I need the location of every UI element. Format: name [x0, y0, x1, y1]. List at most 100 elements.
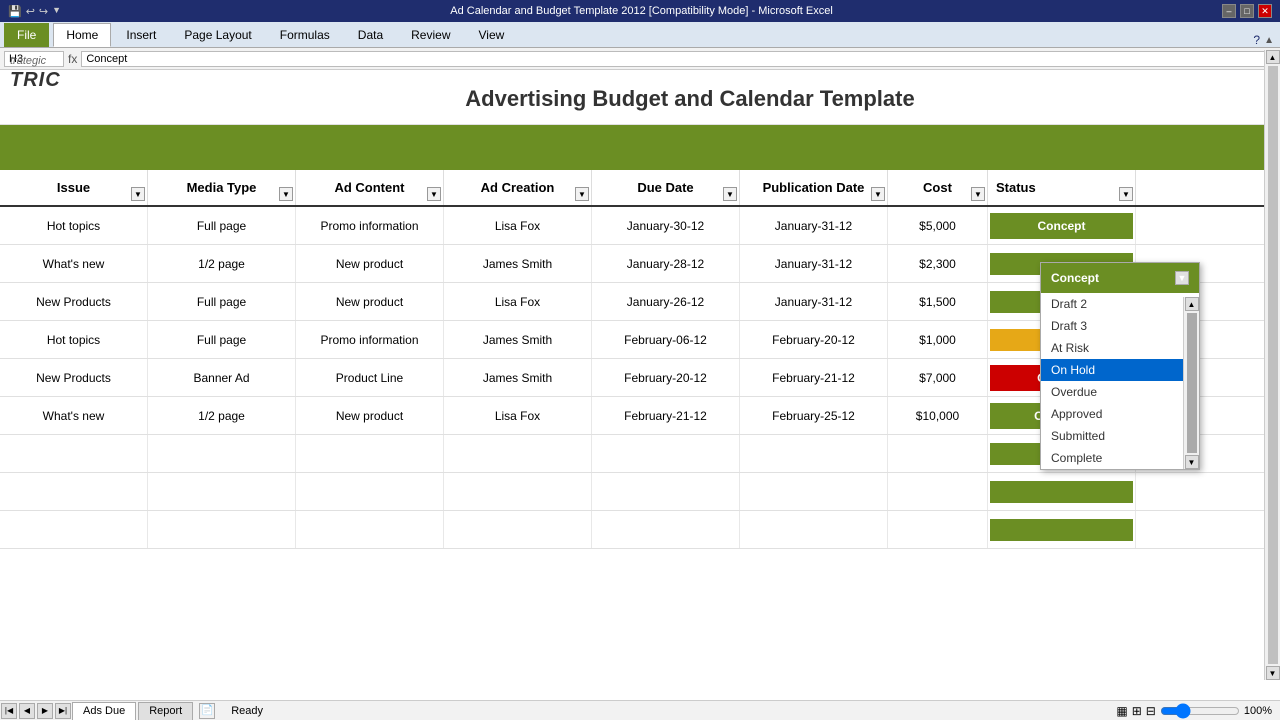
filter-content-button[interactable]: ▼: [427, 187, 441, 201]
table-cell[interactable]: Full page: [148, 321, 296, 358]
scrollbar-down-button[interactable]: ▼: [1185, 455, 1199, 469]
dropdown-item[interactable]: Draft 2: [1041, 293, 1183, 315]
table-cell[interactable]: James Smith: [444, 359, 592, 396]
table-cell[interactable]: [0, 435, 148, 472]
table-cell[interactable]: [740, 473, 888, 510]
table-cell[interactable]: [0, 511, 148, 548]
table-cell[interactable]: February-06-12: [592, 321, 740, 358]
table-cell[interactable]: Lisa Fox: [444, 397, 592, 434]
table-cell[interactable]: January-31-12: [740, 283, 888, 320]
table-cell[interactable]: February-25-12: [740, 397, 888, 434]
table-cell[interactable]: $10,000: [888, 397, 988, 434]
table-cell[interactable]: [740, 435, 888, 472]
status-dropdown[interactable]: Concept ▼ Draft 2Draft 3At RiskOn HoldOv…: [1040, 262, 1200, 470]
redo-icon[interactable]: ↪: [39, 5, 48, 18]
filter-pub-button[interactable]: ▼: [871, 187, 885, 201]
table-cell[interactable]: January-28-12: [592, 245, 740, 282]
sheet-tab-ads-due[interactable]: Ads Due: [72, 702, 136, 720]
table-cell[interactable]: [296, 511, 444, 548]
table-cell[interactable]: New product: [296, 245, 444, 282]
table-cell[interactable]: [148, 473, 296, 510]
table-cell[interactable]: Promo information: [296, 207, 444, 244]
table-cell[interactable]: $2,300: [888, 245, 988, 282]
table-cell[interactable]: James Smith: [444, 245, 592, 282]
normal-view-icon[interactable]: ▦: [1116, 704, 1127, 718]
table-cell[interactable]: [888, 435, 988, 472]
tab-page-layout[interactable]: Page Layout: [171, 23, 264, 47]
insert-sheet-button[interactable]: 📄: [199, 703, 215, 719]
table-cell[interactable]: Full page: [148, 207, 296, 244]
table-cell[interactable]: What's new: [0, 245, 148, 282]
table-cell[interactable]: Hot topics: [0, 321, 148, 358]
table-cell[interactable]: $1,000: [888, 321, 988, 358]
table-cell[interactable]: [444, 473, 592, 510]
vertical-scrollbar[interactable]: ▲ ▼: [1264, 50, 1280, 680]
table-cell[interactable]: [296, 473, 444, 510]
filter-cost-button[interactable]: ▼: [971, 187, 985, 201]
table-cell[interactable]: February-21-12: [740, 359, 888, 396]
help-icon[interactable]: ?: [1253, 33, 1260, 47]
table-cell[interactable]: Hot topics: [0, 207, 148, 244]
filter-media-button[interactable]: ▼: [279, 187, 293, 201]
dropdown-arrow-icon[interactable]: ▼: [52, 5, 61, 18]
table-cell[interactable]: [296, 435, 444, 472]
maximize-button[interactable]: □: [1240, 4, 1254, 18]
table-cell[interactable]: New product: [296, 397, 444, 434]
table-row[interactable]: [0, 511, 1280, 549]
undo-icon[interactable]: ↩: [26, 5, 35, 18]
table-cell[interactable]: Lisa Fox: [444, 283, 592, 320]
table-cell[interactable]: [444, 511, 592, 548]
table-cell[interactable]: [888, 511, 988, 548]
dropdown-scrollbar[interactable]: ▲ ▼: [1183, 297, 1199, 469]
table-cell[interactable]: Banner Ad: [148, 359, 296, 396]
table-cell[interactable]: Lisa Fox: [444, 207, 592, 244]
scroll-down-button[interactable]: ▼: [1266, 666, 1280, 680]
table-cell[interactable]: [148, 435, 296, 472]
sheet-nav-next[interactable]: ▶: [37, 703, 53, 719]
sheet-nav-prev[interactable]: ◀: [19, 703, 35, 719]
table-cell[interactable]: [592, 473, 740, 510]
table-cell[interactable]: [444, 435, 592, 472]
filter-due-button[interactable]: ▼: [723, 187, 737, 201]
save-icon[interactable]: 💾: [8, 5, 22, 18]
sheet-tab-report[interactable]: Report: [138, 702, 193, 720]
dropdown-item[interactable]: Overdue: [1041, 381, 1183, 403]
page-layout-icon[interactable]: ⊞: [1132, 704, 1142, 718]
scroll-up-button[interactable]: ▲: [1266, 50, 1280, 64]
status-cell[interactable]: [988, 473, 1136, 510]
dropdown-item[interactable]: At Risk: [1041, 337, 1183, 359]
table-cell[interactable]: [740, 511, 888, 548]
dropdown-item[interactable]: Submitted: [1041, 425, 1183, 447]
table-cell[interactable]: New Products: [0, 283, 148, 320]
table-cell[interactable]: $1,500: [888, 283, 988, 320]
tab-review[interactable]: Review: [398, 23, 463, 47]
tab-data[interactable]: Data: [345, 23, 396, 47]
zoom-slider[interactable]: [1160, 703, 1240, 719]
scrollbar-thumb[interactable]: [1187, 313, 1197, 453]
sheet-nav-first[interactable]: |◀: [1, 703, 17, 719]
table-cell[interactable]: 1/2 page: [148, 245, 296, 282]
dropdown-scroll-up[interactable]: ▼: [1175, 271, 1189, 285]
dropdown-item[interactable]: Approved: [1041, 403, 1183, 425]
tab-home[interactable]: Home: [53, 23, 111, 47]
table-cell[interactable]: Product Line: [296, 359, 444, 396]
filter-status-button[interactable]: ▼: [1119, 187, 1133, 201]
table-row[interactable]: [0, 473, 1280, 511]
table-cell[interactable]: [888, 473, 988, 510]
table-cell[interactable]: January-31-12: [740, 245, 888, 282]
table-cell[interactable]: [148, 511, 296, 548]
close-button[interactable]: ✕: [1258, 4, 1272, 18]
filter-creation-button[interactable]: ▼: [575, 187, 589, 201]
table-cell[interactable]: February-20-12: [740, 321, 888, 358]
status-cell[interactable]: Concept: [988, 207, 1136, 244]
scroll-thumb[interactable]: [1268, 66, 1278, 664]
table-cell[interactable]: $7,000: [888, 359, 988, 396]
filter-issue-button[interactable]: ▼: [131, 187, 145, 201]
table-cell[interactable]: January-26-12: [592, 283, 740, 320]
dropdown-item[interactable]: Complete: [1041, 447, 1183, 469]
table-cell[interactable]: $5,000: [888, 207, 988, 244]
table-cell[interactable]: February-20-12: [592, 359, 740, 396]
scrollbar-up-button[interactable]: ▲: [1185, 297, 1199, 311]
function-icon[interactable]: fx: [68, 52, 77, 66]
table-cell[interactable]: Promo information: [296, 321, 444, 358]
